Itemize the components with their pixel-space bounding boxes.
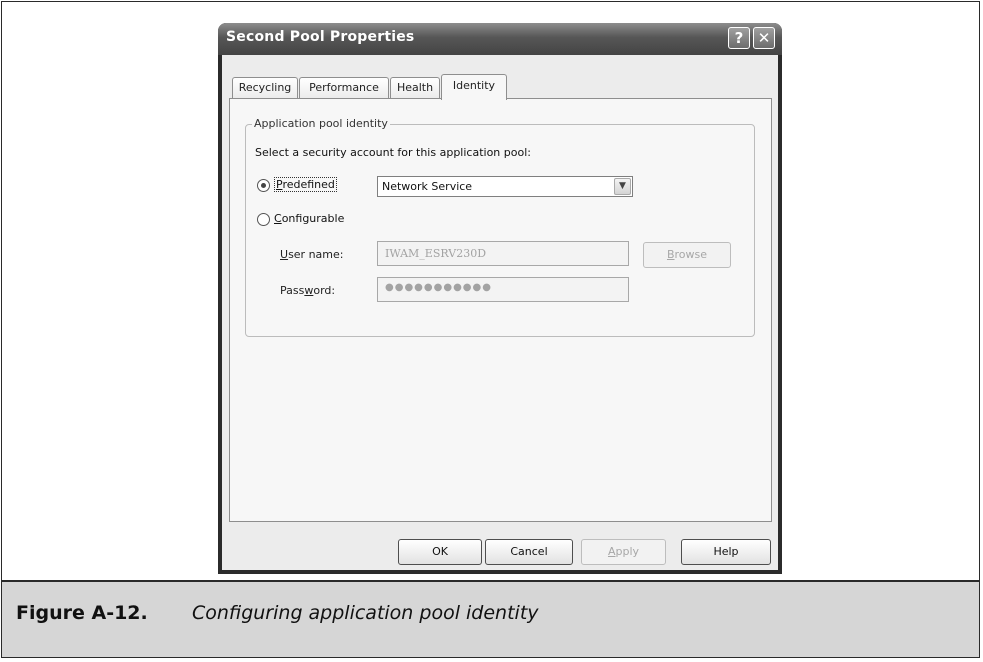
group-legend: Application pool identity	[252, 117, 390, 130]
select-value: Network Service	[382, 180, 473, 193]
title-bar[interactable]: Second Pool Properties ? ✕	[218, 23, 782, 55]
dialog-title: Second Pool Properties	[226, 29, 415, 45]
tab-performance[interactable]: Performance	[299, 77, 389, 98]
configurable-label[interactable]: Configurable	[274, 212, 344, 225]
browse-label-rest: rowse	[674, 248, 708, 261]
dialog-client-area: Recycling Performance Health Identity Ap…	[222, 55, 778, 570]
apply-mnemonic: A	[607, 545, 616, 558]
user-name-field[interactable]: IWAM_ESRV230D	[377, 241, 629, 266]
password-value: ●●●●●●●●●●●	[385, 282, 492, 293]
browse-button[interactable]: Browse	[643, 242, 731, 268]
close-icon[interactable]: ✕	[753, 27, 775, 49]
application-pool-identity-group: Application pool identity Select a secur…	[245, 117, 755, 337]
tab-health[interactable]: Health	[390, 77, 440, 98]
instruction-text: Select a security account for this appli…	[255, 146, 531, 159]
figure-caption: Figure A-12. Configuring application poo…	[2, 582, 979, 657]
browse-mnemonic: B	[666, 248, 675, 261]
chevron-down-icon[interactable]: ▼	[614, 178, 631, 195]
predefined-label-rest: redefined	[282, 178, 335, 191]
predefined-radio[interactable]	[257, 179, 270, 192]
user-name-mnemonic: U	[280, 248, 289, 261]
cancel-button[interactable]: Cancel	[485, 539, 573, 565]
apply-button[interactable]: Apply	[581, 539, 666, 565]
identity-tab-panel: Application pool identity Select a secur…	[229, 98, 772, 522]
caption-label: Figure A-12.	[16, 602, 148, 624]
properties-dialog: Second Pool Properties ? ✕ Recycling Per…	[218, 23, 782, 574]
predefined-account-select[interactable]: Network Service ▼	[377, 176, 633, 197]
ok-button[interactable]: OK	[398, 539, 482, 565]
user-name-label: User name:	[280, 248, 343, 261]
apply-label-rest: pply	[615, 545, 640, 558]
password-label-post: ord:	[313, 284, 336, 297]
predefined-label[interactable]: Predefined	[274, 177, 337, 192]
configurable-mnemonic: C	[274, 212, 282, 225]
configurable-radio[interactable]	[257, 213, 270, 226]
configurable-label-rest: onfigurable	[281, 212, 345, 225]
help-button[interactable]: Help	[681, 539, 771, 565]
password-mnemonic: w	[304, 284, 314, 297]
password-label: Password:	[280, 284, 335, 297]
caption-text: Configuring application pool identity	[192, 602, 539, 624]
tab-identity[interactable]: Identity	[441, 74, 507, 100]
user-name-value: IWAM_ESRV230D	[385, 247, 487, 260]
help-icon[interactable]: ?	[728, 27, 750, 49]
user-name-label-rest: ser name:	[288, 248, 344, 261]
password-field[interactable]: ●●●●●●●●●●●	[377, 277, 629, 302]
password-label-pre: Pass	[280, 284, 305, 297]
tab-recycling[interactable]: Recycling	[232, 77, 298, 98]
